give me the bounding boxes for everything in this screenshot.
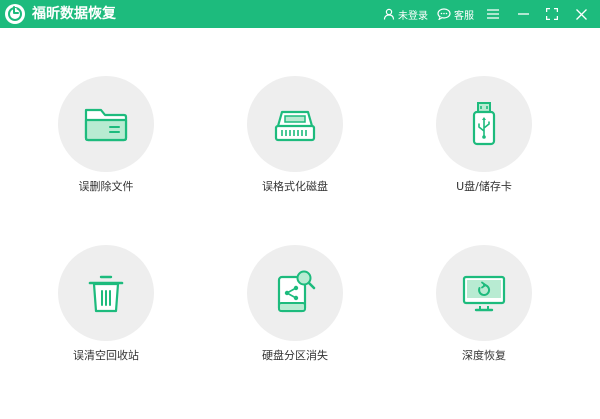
tile-deleted-files[interactable]: 误删除文件 (26, 76, 186, 194)
user-icon (383, 8, 395, 20)
tile-deep-recovery-button[interactable] (436, 245, 532, 341)
tile-deleted-files-button[interactable] (58, 76, 154, 172)
tile-lost-partition-button[interactable] (247, 245, 343, 341)
tile-recycle-bin-label[interactable]: 误清空回收站 (26, 349, 186, 363)
service-button[interactable]: 客服 (437, 0, 474, 28)
close-button[interactable] (576, 0, 587, 28)
tile-lost-partition-label[interactable]: 硬盘分区消失 (215, 349, 375, 363)
tile-recycle-bin-button[interactable] (58, 245, 154, 341)
maximize-icon (546, 8, 558, 20)
minimize-button[interactable] (518, 0, 529, 28)
tile-deleted-files-label[interactable]: 误删除文件 (26, 180, 186, 194)
app-logo-icon (5, 4, 25, 24)
tile-formatted-disk-label[interactable]: 误格式化磁盘 (215, 180, 375, 194)
minimize-icon (518, 9, 529, 19)
menu-icon (487, 9, 499, 19)
close-icon (576, 8, 587, 20)
app-window: 福昕数据恢复 未登录 客服 误删除文件 误格式化磁盘 U盘/储存卡 误清空回收站… (0, 0, 600, 419)
maximize-button[interactable] (546, 0, 558, 28)
tile-usb-card-button[interactable] (436, 76, 532, 172)
tile-usb-card[interactable]: U盘/储存卡 (404, 76, 564, 194)
title-bar[interactable]: 福昕数据恢复 未登录 客服 (0, 0, 600, 28)
tile-formatted-disk-button[interactable] (247, 76, 343, 172)
tile-usb-card-label[interactable]: U盘/储存卡 (404, 180, 564, 194)
tile-deep-recovery[interactable]: 深度恢复 (404, 245, 564, 363)
tile-lost-partition[interactable]: 硬盘分区消失 (215, 245, 375, 363)
tile-formatted-disk[interactable]: 误格式化磁盘 (215, 76, 375, 194)
tile-recycle-bin[interactable]: 误清空回收站 (26, 245, 186, 363)
app-title: 福昕数据恢复 (32, 6, 116, 22)
login-label: 未登录 (398, 10, 428, 22)
menu-button[interactable] (487, 0, 499, 28)
login-button[interactable]: 未登录 (383, 0, 428, 28)
service-label: 客服 (454, 10, 474, 22)
chat-icon (437, 8, 451, 20)
tile-deep-recovery-label[interactable]: 深度恢复 (404, 349, 564, 363)
